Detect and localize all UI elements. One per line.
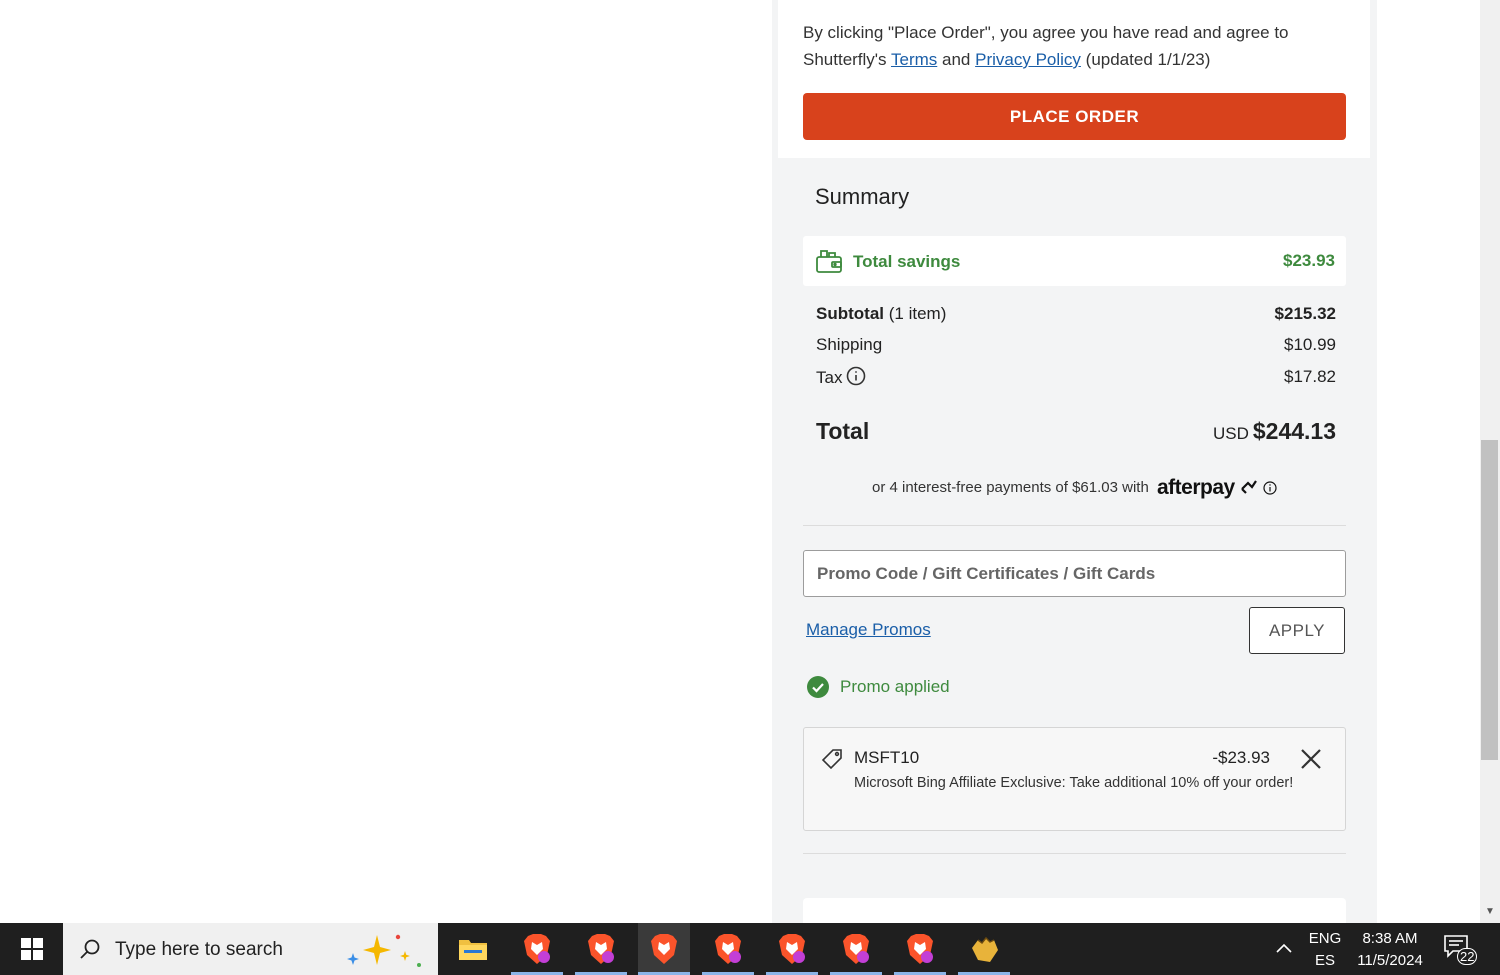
tax-value: $17.82: [1284, 367, 1336, 386]
system-clock[interactable]: 8:38 AM 11/5/2024: [1352, 928, 1428, 972]
clock-time: 8:38 AM: [1362, 930, 1418, 947]
agreement-text: By clicking "Place Order", you agree you…: [803, 19, 1343, 73]
search-placeholder: Type here to search: [115, 939, 283, 960]
subtotal-value: $215.32: [1274, 304, 1336, 323]
taskbar-brave-5[interactable]: [766, 923, 818, 975]
apply-promo-button[interactable]: APPLY: [1249, 607, 1345, 654]
promo-code-input[interactable]: [803, 550, 1346, 597]
place-order-button[interactable]: PLACE ORDER: [803, 93, 1346, 140]
chevron-up-icon[interactable]: [1272, 937, 1296, 961]
total-label: Total: [816, 418, 870, 444]
afterpay-arrows-icon: [1241, 480, 1257, 494]
close-icon[interactable]: [1299, 747, 1323, 771]
agreement-suffix: (updated 1/1/23): [1085, 50, 1211, 69]
agreement-and: and: [942, 50, 971, 69]
tax-row: Tax $17.82: [816, 366, 1336, 388]
brave-browser-icon: [843, 934, 869, 964]
privacy-policy-link[interactable]: Privacy Policy: [975, 50, 1081, 69]
sparkle-decoration-icon: [347, 934, 421, 967]
total-value-group: USD $244.13: [1213, 418, 1336, 445]
taskbar-brave-2[interactable]: [575, 923, 627, 975]
afterpay-text: or 4 interest-free payments of $61.03 wi…: [871, 479, 1149, 496]
tag-icon: [821, 749, 842, 770]
subtotal-label: Subtotal: [816, 304, 884, 323]
start-button[interactable]: [0, 923, 63, 975]
brave-browser-icon: [907, 934, 933, 964]
brave-browser-icon: [651, 934, 677, 964]
clock-date: 11/5/2024: [1357, 952, 1423, 969]
windows-taskbar: Type here to search ENG ES 8:38 AM 11/5/…: [0, 923, 1500, 975]
brave-browser-icon: [524, 934, 550, 964]
checkout-page: By clicking "Place Order", you agree you…: [0, 0, 1480, 923]
taskbar-brave-6[interactable]: [830, 923, 882, 975]
promo-divider: [803, 853, 1346, 854]
brave-browser-icon: [779, 934, 805, 964]
scroll-down-arrow-icon[interactable]: ▼: [1484, 906, 1496, 918]
shipping-label: Shipping: [816, 335, 883, 354]
summary-divider: [803, 525, 1346, 526]
tax-info-icon[interactable]: [846, 366, 866, 386]
taskbar-search-box[interactable]: Type here to search: [63, 923, 438, 975]
manage-promos-link[interactable]: Manage Promos: [806, 620, 931, 640]
brave-browser-icon: [588, 934, 614, 964]
total-savings-value: $23.93: [1283, 251, 1335, 270]
search-icon: [80, 939, 100, 959]
taskbar-brave-4[interactable]: [702, 923, 754, 975]
total-currency: USD: [1212, 424, 1249, 443]
scrollbar-thumb[interactable]: [1481, 440, 1498, 760]
taskbar-brave-7[interactable]: [894, 923, 946, 975]
afterpay-logo: afterpay: [1156, 476, 1235, 499]
taskbar-brave-3-active[interactable]: [638, 923, 690, 975]
wallet-savings-icon: [816, 250, 842, 273]
afterpay-message: or 4 interest-free payments of $61.03 wi…: [803, 476, 1346, 500]
language-indicator[interactable]: ENG ES: [1305, 928, 1345, 972]
terms-link[interactable]: Terms: [891, 50, 937, 69]
brave-browser-icon: [715, 934, 741, 964]
promo-code-name: MSFT10: [854, 748, 920, 767]
afterpay-info-icon[interactable]: [1263, 481, 1277, 495]
subtotal-item-count: (1 item): [888, 304, 947, 323]
windows-logo-icon: [20, 938, 43, 960]
total-savings-box: Total savings $23.93: [803, 236, 1346, 286]
next-section-card: [803, 898, 1346, 923]
promo-discount-amount: -$23.93: [1212, 748, 1270, 767]
promo-applied-status: Promo applied: [807, 676, 950, 698]
promo-description: Microsoft Bing Affiliate Exclusive: Take…: [854, 775, 1294, 791]
subtotal-label-group: Subtotal (1 item): [816, 304, 946, 324]
total-row: Total USD $244.13: [816, 418, 1336, 445]
summary-title: Summary: [815, 184, 910, 209]
total-savings-label: Total savings: [853, 252, 961, 271]
page-scrollbar[interactable]: ▼: [1480, 0, 1500, 923]
keyboard-layout: ES: [1314, 952, 1335, 969]
notification-count-badge: 22: [1457, 948, 1478, 965]
check-circle-icon: [807, 676, 829, 698]
hand-cursor-app-icon: [972, 936, 998, 962]
notification-center-button[interactable]: 22: [1443, 934, 1479, 966]
tax-label: Tax: [816, 368, 843, 387]
applied-promo-card: MSFT10 -$23.93 Microsoft Bing Affiliate …: [803, 727, 1346, 831]
shipping-value: $10.99: [1284, 335, 1336, 354]
file-explorer-icon: [459, 940, 487, 960]
total-value: $244.13: [1252, 418, 1336, 444]
taskbar-hand-app[interactable]: [958, 923, 1010, 975]
taskbar-file-explorer[interactable]: [447, 923, 499, 975]
tax-label-group: Tax: [816, 366, 866, 388]
taskbar-brave-1[interactable]: [511, 923, 563, 975]
subtotal-row: Subtotal (1 item) $215.32: [816, 304, 1336, 324]
promo-applied-text: Promo applied: [840, 677, 950, 696]
language-code: ENG: [1308, 930, 1342, 947]
shipping-row: Shipping $10.99: [816, 335, 1336, 355]
